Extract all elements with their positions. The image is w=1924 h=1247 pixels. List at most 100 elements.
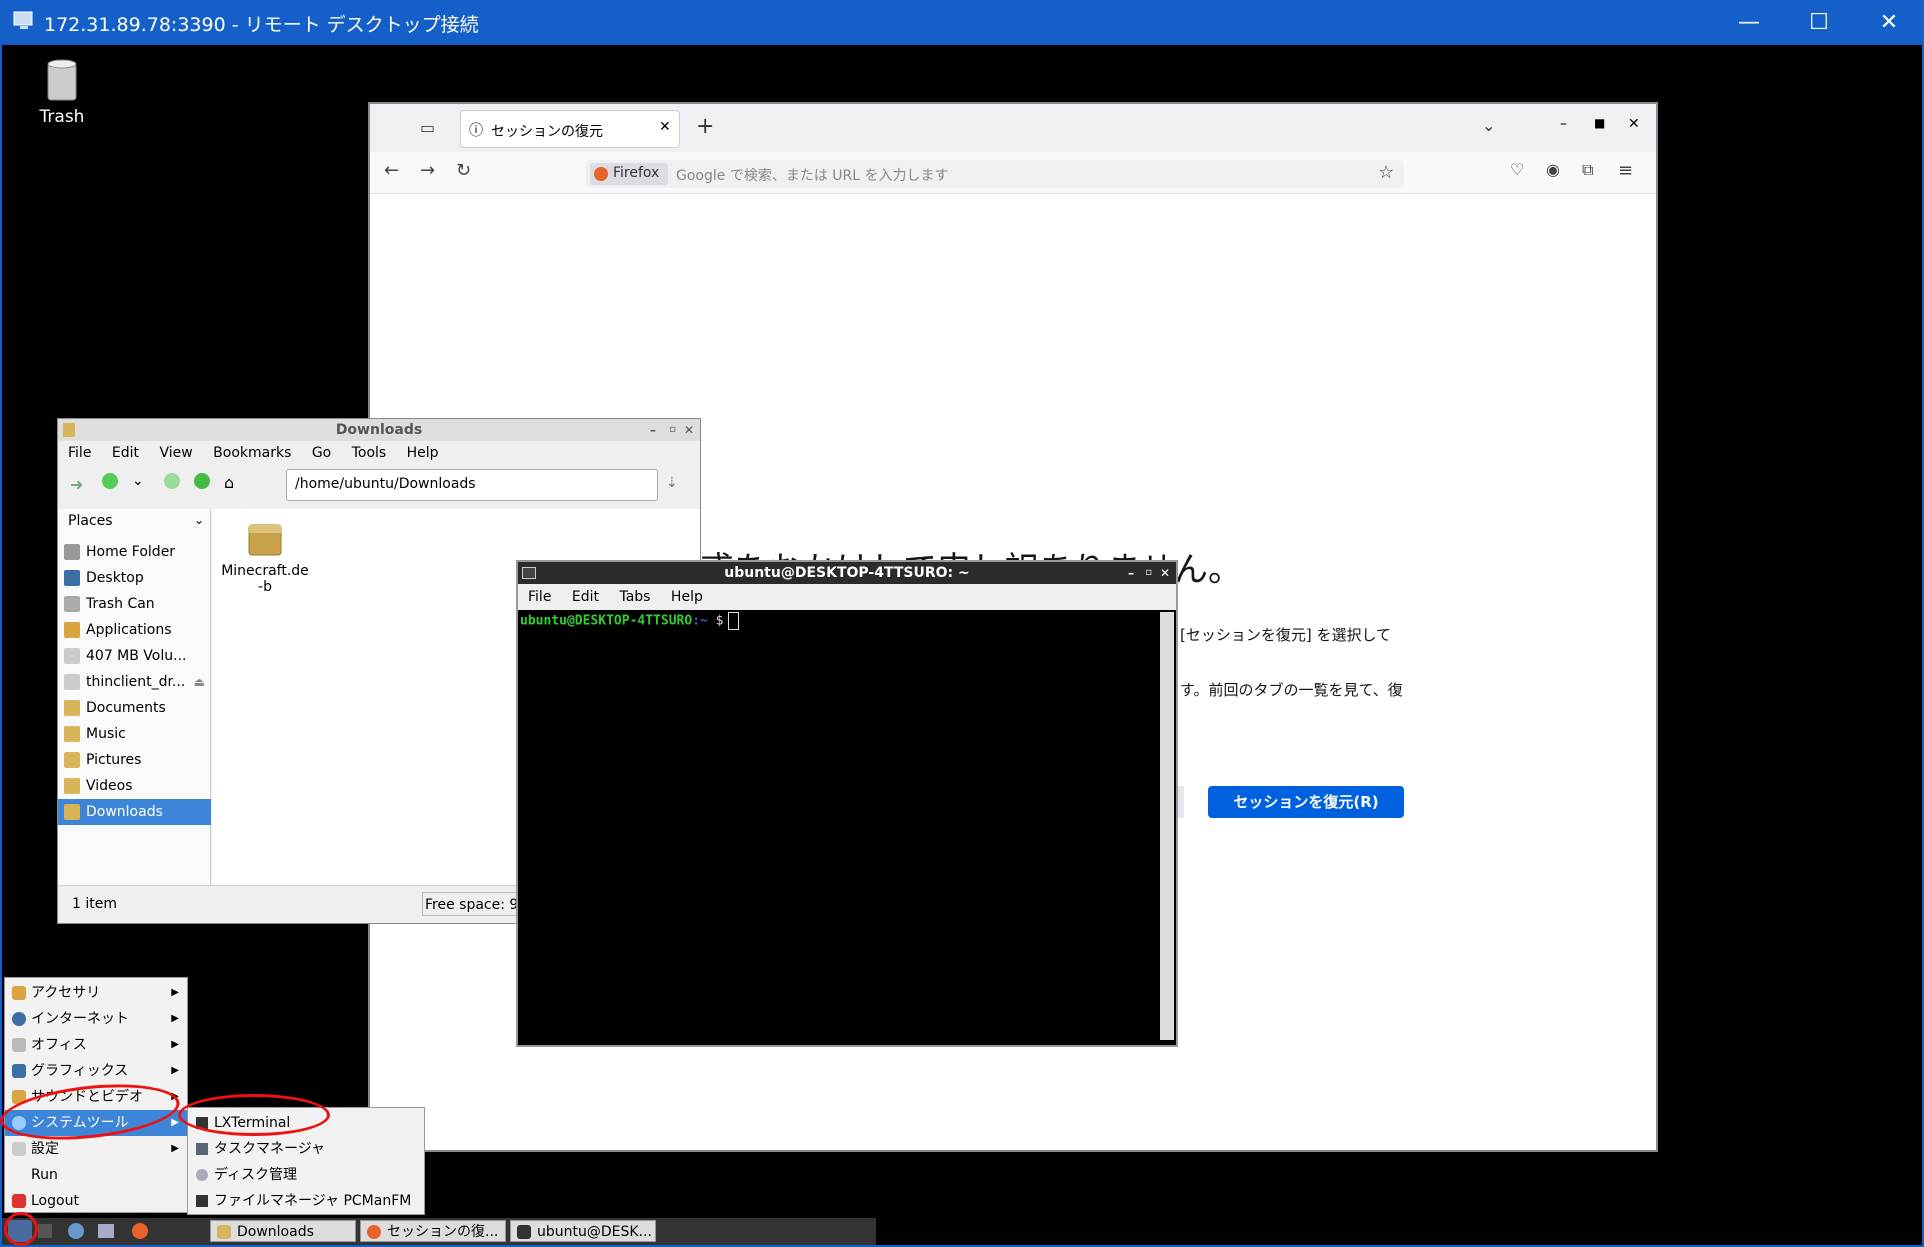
url-bar[interactable]: Firefox Google で検索、または URL を入力します ☆: [586, 160, 1404, 188]
eject-icon[interactable]: ⏏: [194, 669, 205, 695]
ff-maximize-button[interactable]: ■: [1594, 116, 1605, 130]
menu-graphics[interactable]: グラフィックス ▶: [5, 1058, 187, 1084]
fm-menu-tools[interactable]: Tools: [352, 445, 387, 461]
menu-run[interactable]: Run: [5, 1162, 187, 1188]
places-label: Places: [68, 513, 113, 529]
submenu-disk-management[interactable]: ディスク管理: [188, 1162, 424, 1188]
places-header[interactable]: Places ⌄: [68, 513, 208, 529]
term-menu-tabs[interactable]: Tabs: [619, 589, 650, 605]
arrow-right-icon: ▶: [171, 1143, 179, 1154]
fm-maximize-button[interactable]: ▫: [669, 419, 676, 441]
home-icon[interactable]: ⌂: [224, 473, 234, 492]
menu-settings[interactable]: 設定 ▶: [5, 1136, 187, 1162]
info-icon: ⓘ: [469, 123, 483, 139]
back-button[interactable]: ←: [384, 160, 399, 181]
place-desktop[interactable]: Desktop: [58, 565, 211, 591]
term-menu-edit[interactable]: Edit: [572, 589, 599, 605]
fm-menu-edit[interactable]: Edit: [112, 445, 139, 461]
extensions-icon[interactable]: ⧉: [1582, 160, 1593, 180]
url-placeholder: Google で検索、または URL を入力します: [676, 168, 949, 184]
terminal-body[interactable]: ubuntu@DESKTOP-4TTSURO:~ $: [518, 610, 1158, 1045]
pocket-icon[interactable]: ♡: [1510, 160, 1524, 179]
fm-menu-bookmarks[interactable]: Bookmarks: [213, 445, 291, 461]
page-text-1: [セッションを復元] を選択して: [1180, 626, 1392, 644]
terminal-scrollbar[interactable]: [1160, 612, 1174, 1040]
place-home-folder[interactable]: Home Folder: [58, 539, 211, 565]
menu-icon[interactable]: ≡: [1618, 160, 1633, 181]
maximize-button[interactable]: ☐: [1784, 0, 1854, 45]
menu-logout[interactable]: Logout: [5, 1188, 187, 1214]
prompt-user: ubuntu@DESKTOP-4TTSURO: [520, 613, 693, 629]
firefox-launcher-icon[interactable]: [132, 1223, 148, 1239]
menu-internet[interactable]: インターネット ▶: [5, 1006, 187, 1032]
reload-button[interactable]: ↻: [456, 160, 471, 181]
place-label: Documents: [86, 700, 166, 716]
fm-menu-view[interactable]: View: [159, 445, 192, 461]
place-applications[interactable]: Applications: [58, 617, 211, 643]
forward-button[interactable]: →: [420, 160, 435, 181]
ff-close-button[interactable]: ✕: [1628, 116, 1640, 132]
menu-office[interactable]: オフィス ▶: [5, 1032, 187, 1058]
place-videos[interactable]: Videos: [58, 773, 211, 799]
arrow-right-icon: ▶: [171, 1039, 179, 1050]
account-icon[interactable]: ◉: [1546, 160, 1560, 179]
fm-close-button[interactable]: ✕: [684, 419, 694, 441]
go-icon[interactable]: ⇣: [666, 475, 678, 491]
menu-accessories[interactable]: アクセサリ ▶: [5, 980, 187, 1006]
place-label: Music: [86, 726, 126, 742]
fm-minimize-button[interactable]: –: [650, 419, 656, 441]
place-documents[interactable]: Documents: [58, 695, 211, 721]
menu-label: グラフィックス: [31, 1063, 129, 1079]
ff-minimize-button[interactable]: –: [1560, 116, 1567, 132]
taskbar-downloads[interactable]: Downloads: [210, 1220, 356, 1242]
taskbar-firefox[interactable]: セッションの復...: [360, 1220, 506, 1242]
term-maximize-button[interactable]: ▫: [1145, 562, 1152, 584]
fm-menu-file[interactable]: File: [68, 445, 91, 461]
taskbar-label: ubuntu@DESK...: [537, 1224, 652, 1240]
trash-label: Trash: [39, 107, 85, 127]
submenu-task-manager[interactable]: タスクマネージャ: [188, 1136, 424, 1162]
submenu-file-manager[interactable]: ファイルマネージャ PCManFM: [188, 1188, 424, 1214]
folder-icon: [64, 752, 80, 768]
place-label: thinclient_dr...: [86, 674, 186, 690]
place-thinclient[interactable]: thinclient_dr... ⏏: [58, 669, 211, 695]
package-icon: [248, 524, 282, 556]
star-icon[interactable]: ☆: [1378, 162, 1394, 183]
chevron-down-icon[interactable]: ⌄: [1482, 116, 1495, 135]
tab-close-icon[interactable]: ✕: [659, 119, 671, 135]
close-button[interactable]: ✕: [1854, 0, 1924, 45]
new-tab-icon[interactable]: ➜: [70, 475, 83, 494]
up-icon[interactable]: [194, 473, 210, 489]
term-menu-help[interactable]: Help: [671, 589, 703, 605]
file-manager-launcher-icon[interactable]: [68, 1223, 84, 1239]
file-item[interactable]: Minecraft.de-b: [220, 519, 310, 595]
place-volume[interactable]: 407 MB Volu...: [58, 643, 211, 669]
place-music[interactable]: Music: [58, 721, 211, 747]
minimize-button[interactable]: —: [1714, 0, 1784, 45]
term-close-button[interactable]: ✕: [1160, 562, 1170, 584]
new-tab-button[interactable]: +: [696, 114, 714, 139]
minimize-all-icon[interactable]: [38, 1224, 52, 1238]
place-trash-can[interactable]: Trash Can: [58, 591, 211, 617]
remote-desktop-icon: [13, 11, 33, 29]
place-pictures[interactable]: Pictures: [58, 747, 211, 773]
restore-session-button[interactable]: セッションを復元(R): [1208, 786, 1404, 818]
place-label: Videos: [86, 778, 133, 794]
fm-path-bar[interactable]: /home/ubuntu/Downloads: [286, 469, 658, 501]
back-icon[interactable]: [102, 473, 118, 489]
fm-menu-help[interactable]: Help: [407, 445, 439, 461]
tab-session-restore[interactable]: ⓘ セッションの復元 ✕: [460, 110, 680, 148]
fm-menu-go[interactable]: Go: [312, 445, 331, 461]
place-downloads[interactable]: Downloads: [58, 799, 211, 825]
folder-icon: [64, 778, 80, 794]
desktop-trash[interactable]: Trash: [30, 58, 94, 127]
term-minimize-button[interactable]: –: [1128, 562, 1134, 584]
rdp-title: 172.31.89.78:3390 - リモート デスクトップ接続: [44, 14, 479, 36]
tab-list-icon[interactable]: ▭: [420, 118, 435, 137]
desktop-switch-icon[interactable]: [98, 1224, 114, 1238]
term-menu-file[interactable]: File: [528, 589, 551, 605]
drive-icon: [64, 674, 80, 690]
history-chevron-icon[interactable]: ⌄: [132, 473, 144, 489]
forward-icon[interactable]: [164, 473, 180, 489]
taskbar-terminal[interactable]: ubuntu@DESK...: [510, 1220, 656, 1242]
